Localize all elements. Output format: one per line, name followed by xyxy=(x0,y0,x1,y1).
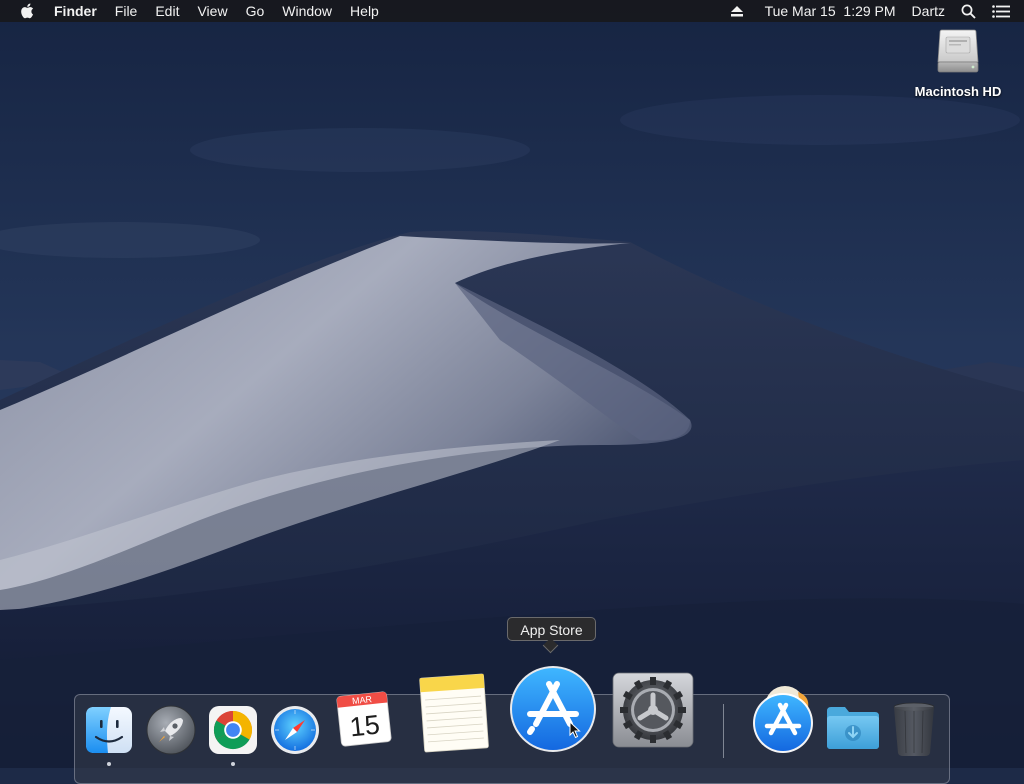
dock-chrome[interactable] xyxy=(208,705,258,755)
eject-icon[interactable] xyxy=(723,5,751,17)
chrome-icon xyxy=(209,706,257,754)
menu-help[interactable]: Help xyxy=(341,0,388,22)
finder-icon xyxy=(86,707,132,753)
dock-app-store[interactable] xyxy=(508,664,598,754)
dock-system-preferences[interactable] xyxy=(611,671,695,749)
dock-notes[interactable] xyxy=(414,670,494,754)
macintosh-hd-label: Macintosh HD xyxy=(914,84,1002,99)
dock-safari[interactable] xyxy=(270,705,320,755)
mouse-pointer-icon xyxy=(569,720,581,744)
desktop-wallpaper xyxy=(0,0,1024,768)
menu-go[interactable]: Go xyxy=(237,0,274,22)
finder-running-indicator xyxy=(107,762,111,766)
dock-separator xyxy=(723,704,724,758)
apple-menu-icon[interactable] xyxy=(0,3,54,19)
desktop-macintosh-hd[interactable]: Macintosh HD xyxy=(906,28,1010,99)
dock-calendar[interactable]: MAR 15 xyxy=(333,688,395,750)
launchpad-rocket-icon xyxy=(146,705,196,755)
calendar-icon: MAR 15 xyxy=(336,691,392,747)
menu-window[interactable]: Window xyxy=(273,0,341,22)
calendar-day: 15 xyxy=(348,709,381,742)
menu-extras: Tue Mar 15 1:29 PM Dartz xyxy=(723,0,1024,22)
notes-icon xyxy=(419,673,489,753)
safari-compass-icon xyxy=(271,706,319,754)
dock-finder[interactable] xyxy=(85,706,133,754)
menu-file[interactable]: File xyxy=(106,0,147,22)
menu-bar: Finder File Edit View Go Window Help Tue… xyxy=(0,0,1024,22)
system-preferences-gear-icon xyxy=(612,672,694,748)
spotlight-search-icon[interactable] xyxy=(953,4,984,19)
dock-launchpad[interactable] xyxy=(146,705,196,755)
menu-view[interactable]: View xyxy=(188,0,236,22)
menubar-clock[interactable]: Tue Mar 15 1:29 PM xyxy=(751,0,904,22)
downloads-folder-icon xyxy=(827,707,879,749)
dock-downloads-stack[interactable] xyxy=(752,686,814,754)
app-store-icon xyxy=(510,666,596,752)
dock-trash[interactable] xyxy=(891,701,937,757)
dock-downloads-folder[interactable] xyxy=(825,703,881,751)
dock-tooltip: App Store xyxy=(507,617,596,654)
notification-center-icon[interactable] xyxy=(984,4,1024,18)
menu-app-finder[interactable]: Finder xyxy=(54,0,106,22)
menu-edit[interactable]: Edit xyxy=(146,0,188,22)
app-store-download-stack-icon xyxy=(753,686,813,753)
menubar-user[interactable]: Dartz xyxy=(904,0,953,22)
tooltip-text: App Store xyxy=(520,622,583,638)
hard-drive-icon xyxy=(936,28,980,76)
calendar-month: MAR xyxy=(352,694,373,706)
chrome-running-indicator xyxy=(231,762,235,766)
trash-icon xyxy=(893,702,935,756)
